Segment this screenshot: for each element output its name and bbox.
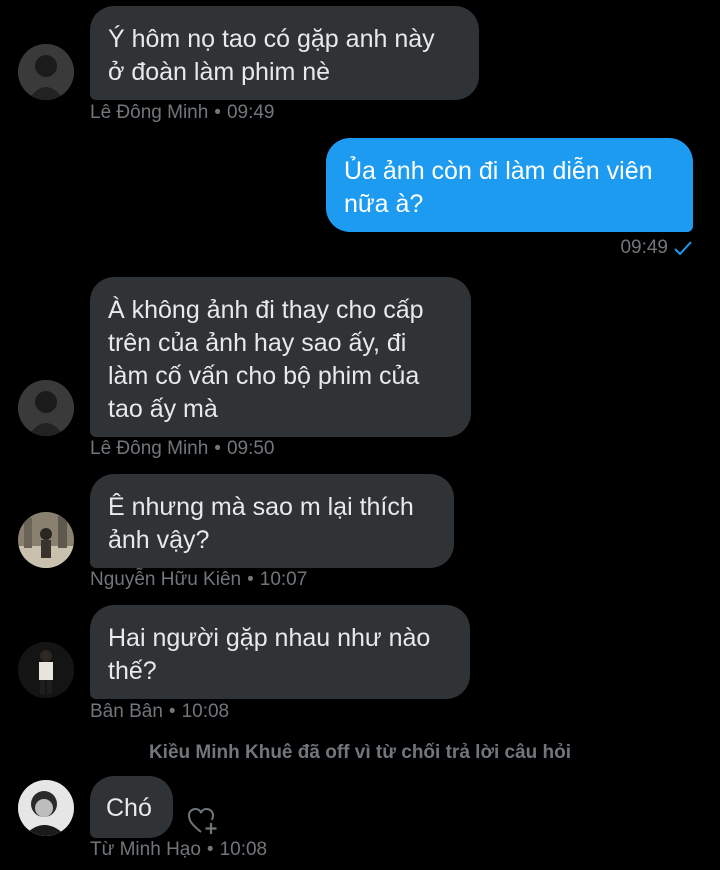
sender-name: Lê Đông Minh <box>90 438 209 459</box>
avatar-le-dong-minh[interactable] <box>18 380 74 436</box>
sender-name: Lê Đông Minh <box>90 102 209 123</box>
message-time: 09:50 <box>226 438 275 459</box>
message-time: 10:07 <box>259 569 308 590</box>
avatar-ban-ban[interactable] <box>18 642 74 698</box>
avatar-le-dong-minh[interactable] <box>18 44 74 100</box>
avatar-nguyen-huu-kien[interactable] <box>18 512 74 568</box>
message-meta: Từ Minh Hạo • 10:08 <box>90 839 268 860</box>
message-bubble-incoming[interactable]: À không ảnh đi thay cho cấp trên của ảnh… <box>90 277 471 437</box>
message-meta: Lê Đông Minh • 09:50 <box>90 438 275 459</box>
message-bubble-incoming[interactable]: Ý hôm nọ tao có gặp anh này ở đoàn làm p… <box>90 6 479 100</box>
read-check-icon <box>674 241 692 255</box>
message-time: 10:08 <box>219 839 268 860</box>
message-bubble-incoming[interactable]: Hai người gặp nhau như nào thế? <box>90 605 470 699</box>
sender-name: Nguyễn Hữu Kiên <box>90 569 242 590</box>
message-time: 09:49 <box>620 237 668 258</box>
system-notice: Kiều Minh Khuê đã off vì từ chối trả lời… <box>148 742 572 763</box>
message-time: 10:08 <box>181 701 230 722</box>
message-meta-outgoing: 09:49 <box>620 237 692 259</box>
add-reaction-heart-icon[interactable] <box>187 806 219 836</box>
sender-name: Bân Bân <box>90 701 163 722</box>
message-meta: Lê Đông Minh • 09:49 <box>90 102 275 123</box>
message-meta: Bân Bân • 10:08 <box>90 701 230 722</box>
message-meta: Nguyễn Hữu Kiên • 10:07 <box>90 569 308 590</box>
sender-name: Từ Minh Hạo <box>90 839 201 860</box>
message-bubble-incoming[interactable]: Chó <box>90 776 173 838</box>
message-bubble-outgoing[interactable]: Ủa ảnh còn đi làm diễn viên nữa à? <box>326 138 693 232</box>
avatar-tu-minh-hao[interactable] <box>18 780 74 836</box>
message-bubble-incoming[interactable]: Ê nhưng mà sao m lại thích ảnh vậy? <box>90 474 454 568</box>
message-time: 09:49 <box>226 102 275 123</box>
